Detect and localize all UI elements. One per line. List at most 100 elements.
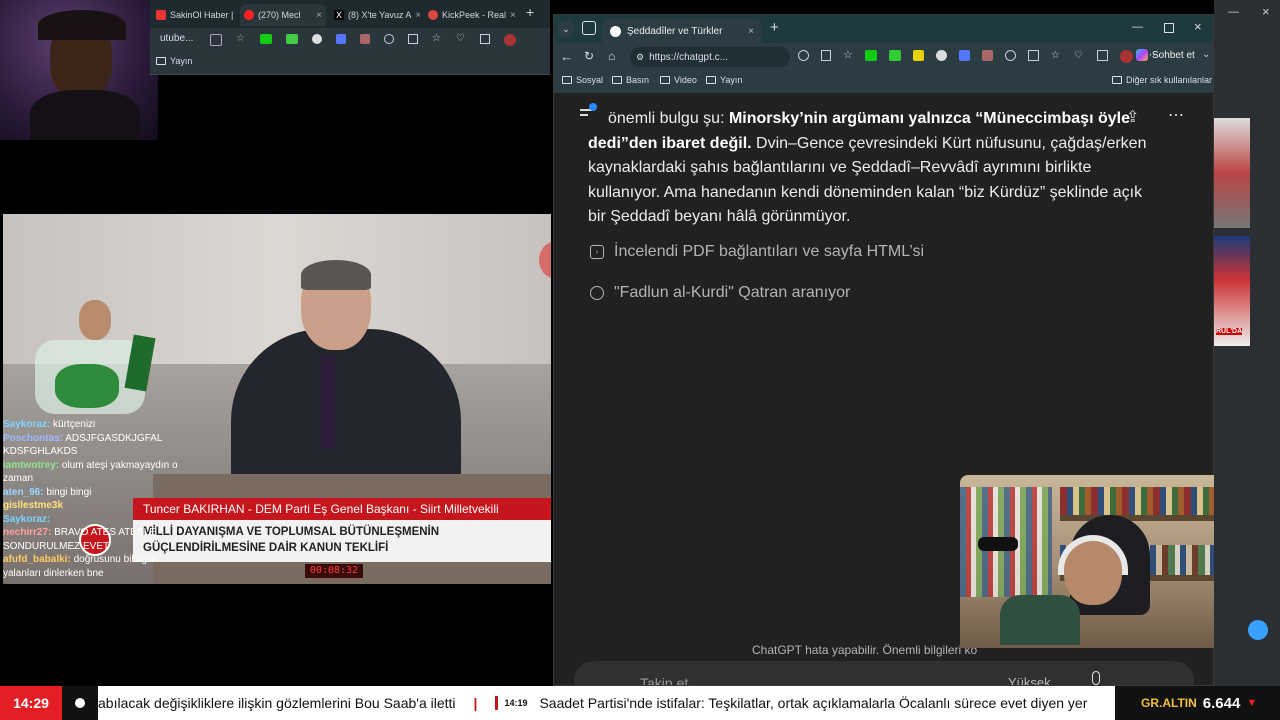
bookmark-basin[interactable]: Basın: [612, 75, 649, 85]
message-input[interactable]: Takip et: [640, 675, 688, 685]
share-icon[interactable]: ⇪: [1126, 107, 1139, 127]
split-icon[interactable]: [408, 34, 418, 44]
x-logo-icon: X: [334, 10, 344, 20]
close-window-button[interactable]: ×: [1262, 4, 1270, 19]
tab-icon[interactable]: [480, 34, 490, 44]
page-icon[interactable]: [210, 34, 222, 46]
extension-icon[interactable]: [864, 50, 877, 61]
new-tab-button[interactable]: +: [770, 19, 779, 36]
home-icon[interactable]: ⌂: [608, 49, 615, 63]
minimize-button[interactable]: —: [1228, 6, 1239, 18]
favorites-icon[interactable]: ☆: [432, 34, 442, 44]
extension-icon[interactable]: [958, 50, 970, 61]
extension-icon[interactable]: [888, 50, 901, 61]
close-icon[interactable]: ×: [748, 26, 754, 37]
background-window: — × RUL'DA: [1214, 0, 1280, 686]
bookmark-video[interactable]: Video: [660, 75, 697, 85]
extension-icon[interactable]: [260, 34, 272, 44]
timer: 00:08:32: [305, 564, 363, 578]
tab-x[interactable]: X (8) X'te Yavuz A ×: [330, 4, 420, 26]
folder-icon: [1112, 76, 1122, 84]
disclaimer: ChatGPT hata yapabilir. Önemli bilgileri…: [752, 643, 978, 657]
chat-message: iamtwotrey: olum ateşi yakmayaydın o zam…: [3, 459, 183, 486]
avatar[interactable]: [504, 34, 516, 46]
weather-icon: [1248, 620, 1268, 640]
tab-chatgpt[interactable]: Şeddadîler ve Türkler ×: [602, 19, 762, 43]
separator: |: [473, 695, 478, 711]
heart-icon[interactable]: ♡: [456, 34, 466, 44]
minimize-button[interactable]: —: [1132, 21, 1143, 33]
mic-icon[interactable]: [1092, 671, 1100, 685]
down-arrow-icon: ▼: [1246, 697, 1258, 709]
close-icon[interactable]: ×: [510, 10, 516, 21]
zoom-icon[interactable]: [798, 50, 809, 61]
star-icon[interactable]: ☆: [236, 34, 246, 44]
extension-icon[interactable]: [336, 34, 346, 44]
refresh-icon[interactable]: [1004, 50, 1016, 61]
close-icon[interactable]: ×: [415, 10, 420, 21]
site-info-icon[interactable]: ⚙: [636, 52, 644, 63]
folder-icon: [562, 76, 572, 84]
thumbnail: RUL'DA: [1214, 236, 1250, 346]
extension-icon[interactable]: [935, 50, 947, 61]
extension-icon[interactable]: [312, 34, 322, 44]
folder-icon: [706, 76, 716, 84]
bookmark-sosyal[interactable]: Sosyal: [562, 75, 603, 85]
tabbar: ⌄ Şeddadîler ve Türkler × + — ×: [554, 15, 1213, 43]
left-browser-addressbar: utube... ☆ ☆ ♡: [150, 28, 550, 52]
chevron-down-icon[interactable]: ⌄: [1202, 49, 1210, 60]
chat-username[interactable]: Saykoraz:: [3, 419, 50, 430]
collections-icon[interactable]: [1096, 50, 1108, 61]
favorites-bar: Sosyal Basın Video Yayın Diğer sık kulla…: [554, 71, 1213, 94]
chat-username[interactable]: Poschontas:: [3, 433, 63, 444]
refresh-icon[interactable]: [384, 34, 394, 44]
maximize-button[interactable]: [1164, 23, 1174, 33]
chat-username[interactable]: iamtwotrey:: [3, 460, 59, 471]
chat-username[interactable]: Saykoraz:: [3, 514, 50, 525]
heart-icon[interactable]: ♡: [1074, 50, 1085, 61]
reload-icon[interactable]: ↻: [584, 49, 594, 63]
left-browser-favorites: Yayın: [150, 52, 550, 75]
split-icon[interactable]: [1027, 50, 1039, 61]
ticker-clock: 14:29: [0, 686, 62, 720]
extension-icon[interactable]: [912, 50, 924, 61]
model-selector[interactable]: Yüksek: [1008, 675, 1051, 685]
speaker-tie: [321, 354, 335, 449]
close-icon[interactable]: ×: [237, 10, 238, 21]
favorites-icon[interactable]: ☆: [1051, 50, 1062, 61]
close-icon[interactable]: ×: [316, 10, 322, 21]
bookmark-yayin[interactable]: Yayın: [156, 56, 192, 66]
star-icon[interactable]: ☆: [843, 50, 853, 63]
workspaces-icon[interactable]: [582, 21, 596, 35]
copilot-icon: [1136, 49, 1148, 61]
avatar[interactable]: [1119, 50, 1133, 63]
reader-icon[interactable]: [821, 50, 831, 61]
chat-username[interactable]: aten_96:: [3, 487, 44, 498]
extension-icon[interactable]: [286, 34, 298, 44]
tab-menu-icon[interactable]: ⌄: [558, 21, 574, 37]
chat-message: aten_96: bingi bingi: [3, 486, 183, 500]
step-search: "Fadlun al-Kurdi" Qatran aranıyor: [590, 284, 850, 302]
overlay-character-head: [79, 300, 111, 340]
close-window-button[interactable]: ×: [1194, 19, 1202, 34]
copilot-chat-button[interactable]: Sohbet et: [1136, 49, 1195, 61]
chat-username[interactable]: gisllestme3k: [3, 500, 63, 511]
chat-username[interactable]: afufd_babalki:: [3, 554, 71, 565]
other-bookmarks[interactable]: Diğer sık kullanılanlar: [1112, 75, 1212, 85]
tab-kickpeek[interactable]: KickPeek - Real ×: [424, 4, 518, 26]
chat-username[interactable]: nechirr27:: [3, 527, 51, 538]
url-field[interactable]: ⚙ https://chatgpt.c...: [630, 47, 790, 67]
tab-youtube[interactable]: (270) Mecl ×: [240, 4, 326, 26]
extension-icon[interactable]: [981, 50, 993, 61]
tab-sakinol[interactable]: SakinOl Haber |×: [152, 4, 238, 26]
back-arrow-icon[interactable]: ←: [560, 49, 573, 64]
more-options-icon[interactable]: ⋯: [1168, 105, 1184, 125]
stream-chat: Saykoraz: kürtçenizi Poschontas: ADSJFGAS…: [3, 418, 183, 580]
chat-message: Saykoraz:: [3, 513, 183, 527]
extension-icons: ☆ ☆ ♡: [210, 34, 540, 46]
folder-icon: [660, 76, 670, 84]
extension-icon[interactable]: [360, 34, 370, 44]
url-field[interactable]: utube...: [160, 33, 193, 44]
new-tab-button[interactable]: +: [526, 4, 534, 20]
bookmark-yayin[interactable]: Yayın: [706, 75, 742, 85]
